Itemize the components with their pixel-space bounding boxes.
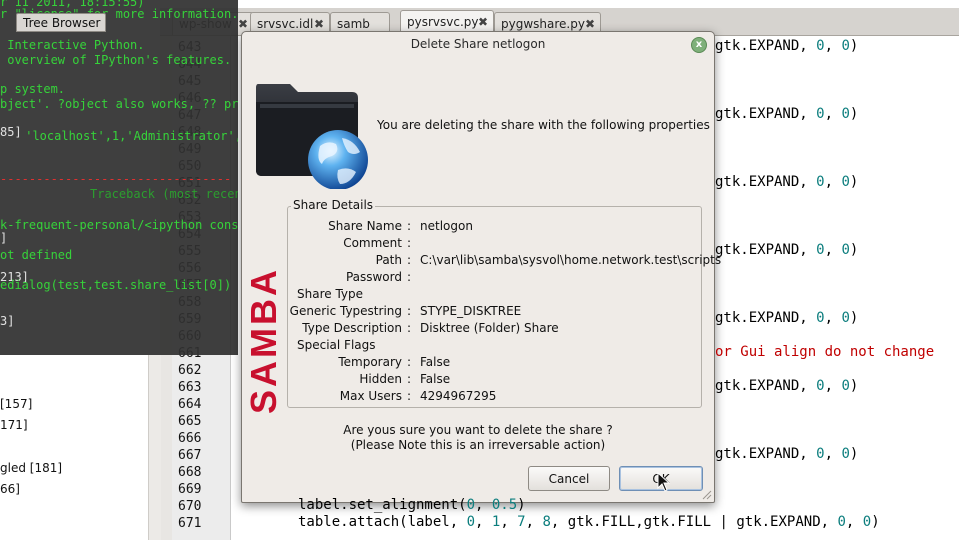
mouse-pointer-icon [657, 472, 671, 492]
section-special-flags: Special Flags [297, 338, 376, 352]
code-line: gtk.EXPAND, 0, 0) [715, 378, 859, 394]
tab-label: srvsvc.idl [257, 17, 314, 31]
colon: : [407, 389, 412, 403]
share-details-group: Share Details Share Name : netlogon Comm… [287, 198, 721, 408]
network-folder-icon [256, 84, 368, 189]
code-line: gtk.EXPAND, 0, 0) [715, 38, 859, 54]
code-line: table.attach(label, 0, 1, 7, 8, gtk.FILL… [298, 514, 880, 530]
code-line: or Gui align do not change [715, 344, 935, 360]
line-number: 667 [178, 448, 202, 463]
terminal-line: 'localhost',1,'Administrator', 'P [25, 129, 238, 143]
code-line: gtk.EXPAND, 0, 0) [715, 174, 859, 190]
tab-tree-browser[interactable]: Tree Browser [16, 13, 106, 32]
hidden-value: False [420, 372, 451, 386]
delete-share-dialog[interactable]: Delete Share netlogon x You are deleting… [241, 31, 721, 503]
max-users-value: 4294967295 [420, 389, 497, 403]
line-number: 670 [178, 499, 202, 514]
samba-logo-text: SAMBA [248, 267, 284, 414]
colon: : [407, 219, 412, 233]
colon: : [407, 321, 412, 335]
password-label: Password [345, 270, 402, 284]
tab-label: Tree Browser [23, 16, 101, 30]
hidden-label: Hidden [359, 372, 402, 386]
terminal-tab-strip: Tree Browser [0, 13, 238, 32]
tab-label: pygwshare.py [501, 17, 585, 31]
colon: : [407, 236, 412, 250]
resize-grip-icon[interactable] [702, 490, 712, 500]
left-panel-list[interactable]: [157] 171] gled [181] 66] [0, 355, 161, 540]
left-panel-scrollbar[interactable] [148, 355, 161, 540]
colon: : [407, 304, 412, 318]
ipython-terminal-window[interactable]: r 11 2011, 18:15:55) r "license" for mor… [0, 0, 238, 355]
colon: : [407, 270, 412, 284]
code-line: label.set_alignment(0, 0.5) [298, 497, 526, 513]
share-name-label: Share Name [328, 219, 402, 233]
code-line: gtk.EXPAND, 0, 0) [715, 106, 859, 122]
temporary-value: False [420, 355, 451, 369]
share-name-value: netlogon [420, 219, 473, 233]
line-number: 669 [178, 482, 202, 497]
generic-typestring-value: STYPE_DISKTREE [420, 304, 522, 318]
line-number: 668 [178, 465, 202, 480]
confirm-warning: (Please Note this is an irreversable act… [350, 438, 606, 452]
line-number: 665 [178, 414, 202, 429]
generic-typestring-label: Generic Typestring [289, 304, 402, 318]
terminal-line: bject'. ?object also works, ?? pri [0, 97, 238, 111]
max-users-label: Max Users [339, 389, 402, 403]
colon: : [407, 355, 412, 369]
path-value: C:\var\lib\samba\sysvol\home.network.tes… [420, 253, 722, 267]
group-title: Share Details [291, 198, 376, 212]
terminal-line: p system. [0, 82, 66, 96]
type-description-value: Disktree (Folder) Share [420, 321, 559, 335]
colon: : [407, 253, 412, 267]
line-number: 664 [178, 397, 202, 412]
close-icon[interactable]: x [691, 37, 707, 53]
confirm-question: Are yous sure you want to delete the sha… [343, 423, 613, 437]
list-item[interactable]: 66] [0, 482, 20, 496]
comment-label: Comment [343, 236, 402, 250]
tab-label: samb [337, 17, 370, 31]
close-icon[interactable]: ✖ [478, 11, 488, 33]
dialog-message: You are deleting the share with the foll… [377, 118, 710, 132]
line-number: 671 [178, 516, 202, 531]
terminal-line: 3] [0, 314, 15, 328]
line-number: 663 [178, 380, 202, 395]
section-share-type: Share Type [297, 287, 364, 301]
colon: : [407, 372, 412, 386]
code-line: gtk.EXPAND, 0, 0) [715, 242, 859, 258]
line-number: 662 [178, 363, 202, 378]
terminal-line: k-frequent-personal/<ipython conso [0, 218, 238, 232]
list-item[interactable]: [157] [0, 397, 32, 411]
dialog-title: Delete Share netlogon [410, 37, 546, 51]
list-item[interactable]: gled [181] [0, 461, 62, 475]
list-item[interactable]: 171] [0, 418, 28, 432]
code-line: gtk.EXPAND, 0, 0) [715, 446, 859, 462]
terminal-line: Traceback (most recent [90, 187, 238, 201]
line-number: 666 [178, 431, 202, 446]
cancel-button[interactable]: Cancel [528, 466, 610, 491]
terminal-line: -------------------------------- [0, 172, 232, 186]
code-line: gtk.EXPAND, 0, 0) [715, 310, 859, 326]
terminal-line: ot defined [0, 248, 73, 262]
terminal-line: Interactive Python. [0, 38, 145, 52]
terminal-line: overview of IPython's features. [0, 53, 232, 67]
temporary-label: Temporary [338, 355, 402, 369]
terminal-line: ] [0, 231, 8, 245]
tab-label: pysrvsvc.py [407, 15, 479, 29]
type-description-label: Type Description [302, 321, 402, 335]
path-label: Path [375, 253, 402, 267]
terminal-line: edialog(test,test.share_list[0]) [0, 278, 232, 292]
samba-logo: SAMBA [248, 267, 284, 414]
